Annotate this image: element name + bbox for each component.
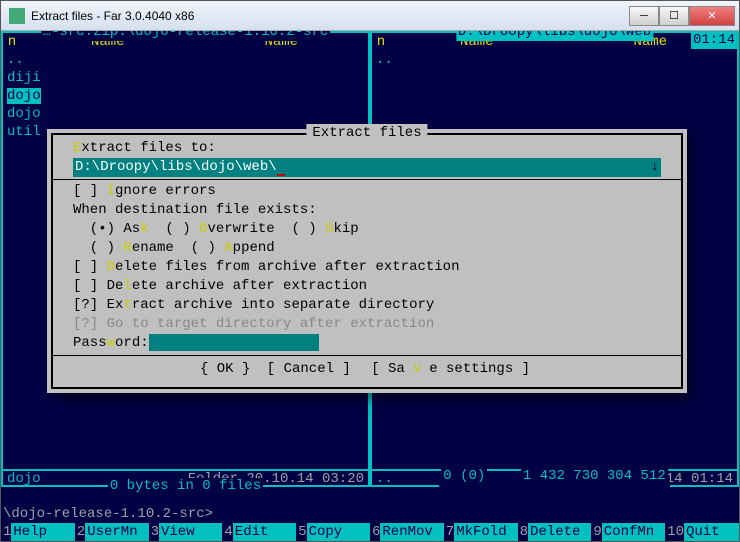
minimize-button[interactable]: ─ <box>629 6 659 26</box>
radio-row-2: ( ) Rename ( ) Append <box>73 239 661 258</box>
info-line: 0 bytes in 0 files 0 (0) 1 432 730 304 5… <box>1 485 739 505</box>
fkey-help[interactable]: 1Help <box>1 523 75 541</box>
fkey-usermn[interactable]: 2UserMn <box>75 523 149 541</box>
left-panel-title: …-src.zip:\dojo-release-1.10.2-src <box>41 31 331 41</box>
separator <box>53 179 681 180</box>
fkey-edit[interactable]: 4Edit <box>222 523 296 541</box>
radio-ask[interactable]: (•) Ask <box>73 221 149 237</box>
right-rows: .. <box>372 51 737 69</box>
delete-files-checkbox[interactable]: [ ] Delete files from archive after extr… <box>73 258 661 277</box>
radio-row-1: (•) Ask ( ) Overwrite ( ) Skip <box>73 220 661 239</box>
separator <box>53 355 681 356</box>
fkey-quit[interactable]: 10Quit <box>665 523 739 541</box>
when-exists-label: When destination file exists: <box>73 201 661 220</box>
list-item[interactable]: diji <box>7 69 364 87</box>
history-dropdown-icon[interactable]: ↓ <box>651 158 659 177</box>
fkey-renmov[interactable]: 6RenMov <box>370 523 444 541</box>
list-item[interactable]: dojo <box>7 87 364 105</box>
right-panel-title: D:\Droopy\libs\dojo\web <box>456 31 653 41</box>
delete-archive-checkbox[interactable]: [ ] Delete archive after extraction <box>73 277 661 296</box>
fkey-delete[interactable]: 8Delete <box>518 523 592 541</box>
radio-append[interactable]: ( ) Append <box>174 240 275 256</box>
titlebar[interactable]: Extract files - Far 3.0.4040 x86 ─ ☐ ✕ <box>1 1 739 31</box>
fkey-confmn[interactable]: 9ConfMn <box>591 523 665 541</box>
save-settings-button[interactable]: [ Save settings ] <box>367 361 534 377</box>
ignore-errors-checkbox[interactable]: [ ] Ignore errors <box>73 182 661 201</box>
clock: 01:14 <box>691 31 737 49</box>
cancel-button[interactable]: [ Cancel ] <box>267 361 351 377</box>
password-input[interactable] <box>149 334 319 351</box>
separate-dir-checkbox[interactable]: [?] Extract archive into separate direct… <box>73 296 661 315</box>
fkey-bar: 1Help 2UserMn 3View 4Edit 5Copy 6RenMov … <box>1 523 739 541</box>
left-info: 0 bytes in 0 files <box>108 478 263 494</box>
terminal: 01:14 …-src.zip:\dojo-release-1.10.2-src… <box>1 31 739 541</box>
ok-button[interactable]: { OK } <box>200 361 250 377</box>
app-icon <box>9 8 25 24</box>
path-input[interactable]: D:\Droopy\libs\dojo\web\ ↓ <box>73 158 661 177</box>
close-button[interactable]: ✕ <box>689 6 735 26</box>
list-item[interactable]: dojo <box>7 105 364 123</box>
radio-skip[interactable]: ( ) Skip <box>275 221 359 237</box>
dialog-buttons: { OK } [ Cancel ] [ Save settings ] <box>73 360 661 379</box>
goto-target-checkbox: [?] Go to target directory after extract… <box>73 315 661 334</box>
window-title: Extract files - Far 3.0.4040 x86 <box>31 9 629 23</box>
radio-overwrite[interactable]: ( ) Overwrite <box>149 221 275 237</box>
right-info: 0 (0) 1 432 730 304 512 <box>439 478 669 494</box>
app-window: Extract files - Far 3.0.4040 x86 ─ ☐ ✕ 0… <box>0 0 740 542</box>
dialog-title: Extract files <box>306 124 427 143</box>
maximize-button[interactable]: ☐ <box>659 6 689 26</box>
password-row: Password: <box>73 334 661 353</box>
fkey-mkfold[interactable]: 7MkFold <box>444 523 518 541</box>
col-n: n <box>3 33 21 51</box>
list-item[interactable]: .. <box>376 51 733 69</box>
list-item[interactable]: .. <box>7 51 364 69</box>
col-n: n <box>372 33 390 51</box>
radio-rename[interactable]: ( ) Rename <box>73 240 174 256</box>
fkey-view[interactable]: 3View <box>149 523 223 541</box>
cursor-icon <box>277 174 285 176</box>
extract-dialog: Extract files Extract files to: D:\Droop… <box>47 129 687 393</box>
fkey-copy[interactable]: 5Copy <box>296 523 370 541</box>
window-controls: ─ ☐ ✕ <box>629 6 735 26</box>
command-line[interactable]: \dojo-release-1.10.2-src> <box>3 505 737 523</box>
